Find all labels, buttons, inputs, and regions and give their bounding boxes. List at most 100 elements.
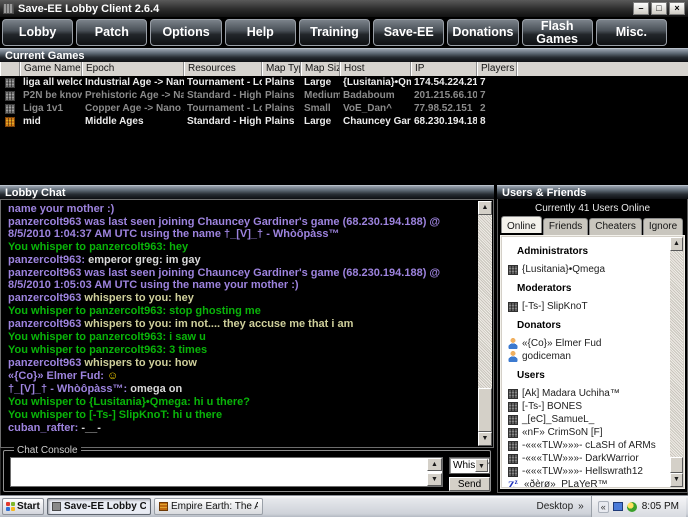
- castle-icon: [508, 401, 518, 412]
- menu-button-training[interactable]: Training: [298, 19, 371, 46]
- chat-text: †_[V]_† - Whòôpàss™:: [8, 383, 128, 395]
- games-column-header-map-type[interactable]: Map Type: [262, 62, 301, 76]
- user-name: godiceman: [522, 351, 571, 362]
- lobby-chat-title: Lobby Chat: [5, 186, 66, 199]
- minimize-button[interactable]: –: [633, 2, 649, 15]
- taskbar-task-2[interactable]: Empire Earth: The Art of ...: [154, 498, 263, 515]
- castle-gray-icon: [5, 77, 15, 88]
- game-ip: 174.54.224.21: [414, 77, 477, 88]
- windows-logo-icon: [6, 502, 15, 511]
- games-column-header-game-name[interactable]: Game Name: [20, 62, 82, 76]
- user-item[interactable]: [Ak] Madara Uchiha™: [502, 387, 670, 400]
- game-name: P2N be know: [23, 90, 82, 101]
- close-button[interactable]: ×: [669, 2, 685, 15]
- user-item[interactable]: godiceman: [502, 350, 670, 363]
- chat-scroll-thumb[interactable]: [478, 388, 492, 432]
- game-row[interactable]: P2N be knowPrehistoric Age -> Nano AgeSt…: [0, 89, 688, 102]
- games-column-header-epoch[interactable]: Epoch: [82, 62, 184, 76]
- game-map-type: Plains: [265, 116, 295, 127]
- chat-scroll-track[interactable]: [478, 215, 492, 432]
- user-item[interactable]: -«««TLW»»»- Hellswrath12: [502, 465, 670, 478]
- chat-scrollbar[interactable]: ▲ ▼: [478, 201, 492, 446]
- user-item[interactable]: «{Co}» Elmer Fud: [502, 337, 670, 350]
- games-column-header-ip[interactable]: IP: [411, 62, 477, 76]
- menu-button-patch[interactable]: Patch: [76, 19, 148, 46]
- user-name: [Ak] Madara Uchiha™: [522, 388, 620, 399]
- select-dropdown-icon[interactable]: ▼: [475, 459, 488, 472]
- tab-friends[interactable]: Friends: [542, 218, 589, 235]
- chat-text: panzercolt963: [8, 292, 82, 304]
- scroll-down-icon[interactable]: ▼: [478, 432, 492, 446]
- castle-icon: [508, 301, 518, 312]
- restore-button[interactable]: □: [651, 2, 667, 15]
- chat-message: You whisper to panzercolt963: hey: [8, 241, 475, 253]
- games-column-header-resources[interactable]: Resources: [184, 62, 262, 76]
- games-column-header-blank[interactable]: [0, 62, 20, 76]
- game-row[interactable]: liga all welcomeIndustrial Age -> Nano A…: [0, 76, 688, 89]
- chat-message: panzercolt963 was last seen joining Chau…: [8, 216, 475, 240]
- games-column-header-host[interactable]: Host: [340, 62, 411, 76]
- user-item[interactable]: «nF» CrimSoN [F]: [502, 426, 670, 439]
- users-scrollbar[interactable]: ▲ ▼: [670, 237, 683, 487]
- lobby-app-icon: [52, 502, 61, 511]
- user-group-heading-donators: Donators: [517, 320, 561, 331]
- toolbar-overflow-icon[interactable]: »: [578, 501, 584, 512]
- tray-collapse-icon[interactable]: «: [597, 500, 609, 513]
- chat-text: panzercolt963 was last seen joining Chau…: [8, 216, 441, 240]
- start-button[interactable]: Start: [2, 498, 44, 515]
- users-scroll-track[interactable]: [670, 251, 683, 473]
- tab-online[interactable]: Online: [501, 216, 542, 233]
- game-row[interactable]: Liga 1v1 Copper Age -> Nano AgeTournament…: [0, 102, 688, 115]
- chat-input-scrollbar[interactable]: ▲ ▼: [427, 458, 442, 486]
- chat-message: You whisper to panzercolt963: 3 times: [8, 344, 475, 356]
- game-row[interactable]: mid Middle Ages Standard - High (SH)Plains…: [0, 115, 688, 128]
- games-column-header-map-size[interactable]: Map Size: [301, 62, 340, 76]
- game-players: 8: [480, 116, 486, 127]
- desktop-toolbar-label[interactable]: Desktop: [536, 501, 573, 512]
- chat-message: panzercolt963: emperor greg: im gay: [8, 254, 475, 266]
- tray-display-icon[interactable]: [612, 502, 623, 511]
- users-scroll-thumb[interactable]: [670, 457, 683, 473]
- menu-button-save-ee[interactable]: Save-EE: [373, 19, 445, 46]
- user-item[interactable]: [-Ts-] SlipKnoT: [502, 300, 670, 313]
- user-group-heading-users: Users: [517, 370, 545, 381]
- game-icon-cell: [0, 116, 20, 127]
- users-scroll-up-icon[interactable]: ▲: [670, 237, 683, 251]
- chat-text: panzercolt963: [8, 318, 82, 330]
- input-scroll-down-icon[interactable]: ▼: [427, 473, 442, 486]
- chat-text: You whisper to {Lusitania}•Qmega: hi u t…: [8, 396, 251, 408]
- user-item[interactable]: -«««TLW»»»- cLaSH of ARMs: [502, 439, 670, 452]
- menu-button-flash-games[interactable]: Flash Games: [521, 19, 593, 46]
- game-resources: Tournament - Low (TL): [187, 77, 262, 88]
- user-item[interactable]: -«««TLW»»»- DarkWarrior: [502, 452, 670, 465]
- tray-app-icon[interactable]: [626, 501, 637, 512]
- menu-button-misc[interactable]: Misc.: [595, 19, 667, 46]
- game-players: 7: [480, 90, 486, 101]
- tab-ignore[interactable]: Ignore: [642, 218, 684, 235]
- start-label: Start: [17, 501, 40, 512]
- menu-button-help[interactable]: Help: [224, 19, 296, 46]
- game-name: Liga 1v1: [23, 103, 64, 114]
- users-scroll-down-icon[interactable]: ▼: [670, 473, 683, 487]
- game-host: {Lusitania}•Qmega: [343, 77, 411, 88]
- scroll-up-icon[interactable]: ▲: [478, 201, 492, 215]
- menu-button-donations[interactable]: Donations: [447, 19, 519, 46]
- menu-button-lobby[interactable]: Lobby: [2, 19, 74, 46]
- user-item[interactable]: {Lusitania}•Qmega: [502, 263, 670, 276]
- chat-message: panzercolt963 was last seen joining Chau…: [8, 267, 475, 291]
- send-button[interactable]: Send: [449, 477, 490, 491]
- user-name: «nF» CrimSoN [F]: [522, 427, 603, 438]
- chat-input[interactable]: [11, 458, 427, 486]
- games-column-filler: [517, 62, 688, 76]
- chat-text: You whisper to panzercolt963: hey: [8, 241, 189, 253]
- user-item[interactable]: _[eC]_SamueL_: [502, 413, 670, 426]
- tab-cheaters[interactable]: Cheaters: [589, 218, 642, 235]
- taskbar-task-1[interactable]: Save-EE Lobby Client ...: [47, 498, 151, 515]
- user-item[interactable]: Zz «ðèrø»_PLaYeR™: [502, 478, 670, 487]
- menu-button-options[interactable]: Options: [150, 19, 222, 46]
- user-item[interactable]: [-Ts-] BONES: [502, 400, 670, 413]
- whisper-mode-select[interactable]: Whisper ▼: [449, 457, 490, 474]
- input-scroll-up-icon[interactable]: ▲: [427, 458, 442, 471]
- games-column-header-players[interactable]: Players: [477, 62, 517, 76]
- users-list-frame: Administrators {Lusitania}•Qmega Moderator…: [500, 235, 685, 489]
